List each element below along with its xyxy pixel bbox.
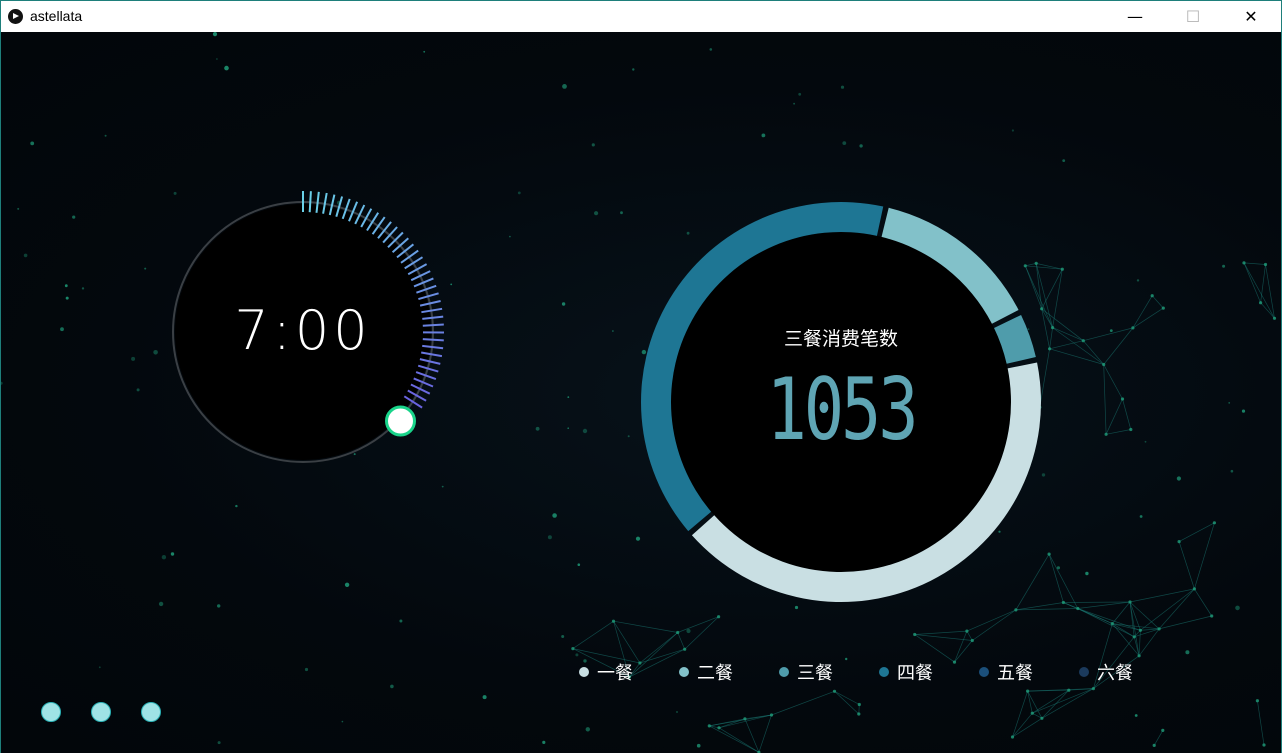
minimize-button[interactable]: — (1106, 1, 1164, 32)
legend-swatch (1079, 667, 1089, 677)
legend-swatch (679, 667, 689, 677)
legend-item-3[interactable]: 三餐 (779, 662, 833, 686)
donut-title: 三餐消费笔数 (783, 328, 898, 350)
maximize-button[interactable]: ☐ (1164, 1, 1222, 32)
legend-label: 二餐 (697, 663, 733, 684)
legend-label: 五餐 (997, 663, 1033, 684)
pager-dot-2[interactable] (91, 702, 111, 722)
legend-item-5[interactable]: 五餐 (979, 662, 1033, 686)
app-play-icon (8, 9, 23, 24)
title-bar[interactable]: astellata — ☐ ✕ (1, 1, 1281, 32)
donut-chart (641, 202, 1041, 603)
pager-dot-1[interactable] (41, 702, 61, 722)
legend-item-6[interactable]: 六餐 (1079, 662, 1133, 686)
donut-total-value: 1053 (766, 360, 918, 460)
legend-swatch (979, 667, 989, 677)
legend-item-4[interactable]: 四餐 (879, 662, 933, 686)
app-window: astellata — ☐ ✕ 7:00 三餐消费笔数 1053 一餐 二餐 三餐四… (0, 0, 1282, 753)
legend-label: 六餐 (1097, 663, 1133, 684)
legend-swatch (579, 667, 589, 677)
legend-item-2[interactable]: 二餐 (679, 662, 733, 686)
legend-swatch (879, 667, 889, 677)
legend-label: 四餐 (897, 663, 933, 684)
dashboard-stage: 7:00 三餐消费笔数 1053 一餐 二餐 三餐 四餐 五餐 六餐 (1, 32, 1281, 753)
legend-item-1[interactable]: 一餐 (579, 662, 633, 686)
close-button[interactable]: ✕ (1222, 1, 1280, 32)
legend-label: 一餐 (597, 663, 633, 684)
legend-label: 三餐 (797, 663, 833, 684)
window-title: astellata (30, 8, 83, 24)
legend-swatch (779, 667, 789, 677)
pager-dot-3[interactable] (141, 702, 161, 722)
